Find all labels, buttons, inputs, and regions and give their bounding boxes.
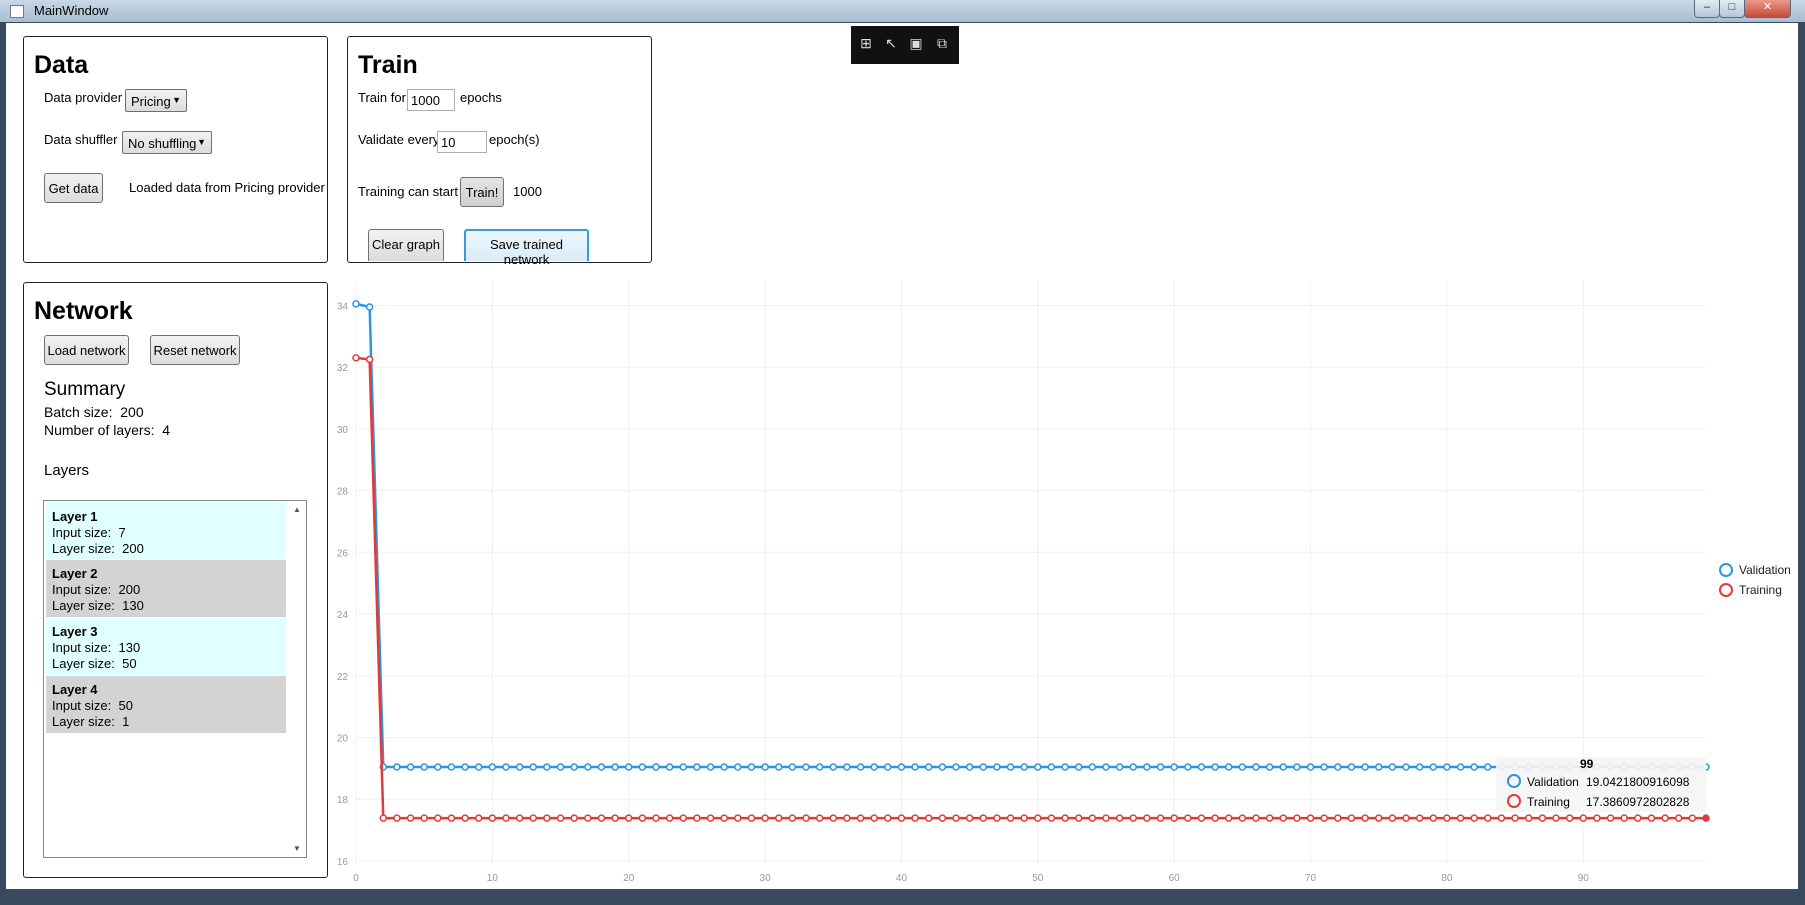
layer-input-value: 7: [118, 525, 126, 540]
layer-input-value: 130: [118, 640, 141, 655]
validate-every-label: Validate every: [358, 132, 440, 147]
train-count-text: 1000: [513, 184, 542, 199]
data-shuffler-select[interactable]: No shuffling ▼: [122, 131, 212, 154]
window-title: MainWindow: [34, 3, 109, 18]
chevron-down-icon: ▼: [172, 95, 181, 105]
validate-unit-label: epoch(s): [489, 132, 540, 147]
layer-size-label: Layer size:: [52, 541, 115, 556]
data-shuffler-label: Data shuffler: [44, 132, 118, 147]
layer-input-row: Input size: 130: [52, 640, 140, 655]
title-bar: MainWindow – □ ✕: [0, 0, 1805, 22]
layer-input-row: Input size: 200: [52, 582, 140, 597]
layer-size-row: Layer size: 1: [52, 714, 129, 729]
window-frame-right: [1798, 22, 1805, 905]
list-scrollbar[interactable]: ▲ ▼: [289, 501, 306, 857]
layer-size-value: 1: [122, 714, 130, 729]
batch-size-row: Batch size: 200: [44, 404, 144, 420]
layer-count-value: 4: [162, 422, 171, 438]
training-status-text: Training can start: [358, 184, 458, 199]
layer-size-row: Layer size: 50: [52, 656, 137, 671]
layer-size-row: Layer size: 130: [52, 598, 144, 613]
layer-input-label: Input size:: [52, 640, 112, 655]
train-panel: Train Train for 1000 epochs Validate eve…: [347, 36, 652, 267]
save-network-button[interactable]: Save trained network: [464, 229, 589, 267]
layer-name: Layer 1: [52, 509, 98, 524]
minimize-icon[interactable]: –: [1694, 0, 1720, 18]
layer-count-label: Number of layers:: [44, 422, 155, 438]
chart-tooltip: 99 Validation 19.0421800916098 Training …: [1496, 757, 1706, 812]
layer-size-value: 200: [122, 541, 144, 556]
tooltip-validation-value: 19.0421800916098: [1586, 775, 1690, 789]
layer-size-label: Layer size:: [52, 714, 115, 729]
data-panel: Data Data provider Pricing ▼ Data shuffle…: [23, 36, 328, 263]
train-panel-title: Train: [358, 51, 418, 79]
validate-interval-input[interactable]: 10: [437, 131, 487, 153]
layer-name: Layer 3: [52, 624, 98, 639]
maximize-icon[interactable]: □: [1719, 0, 1745, 18]
layer-input-value: 200: [118, 582, 141, 597]
tooltip-training-value: 17.3860972802828: [1586, 795, 1690, 809]
tooltip-validation-label: Validation: [1527, 775, 1579, 789]
batch-size-label: Batch size:: [44, 404, 113, 420]
layer-name: Layer 4: [52, 682, 98, 697]
layer-input-label: Input size:: [52, 525, 112, 540]
get-data-button[interactable]: Get data: [44, 173, 103, 203]
layer-name: Layer 2: [52, 566, 98, 581]
list-item[interactable]: Layer 2 Input size: 200 Layer size: 130: [46, 560, 286, 617]
chevron-down-icon: ▼: [197, 137, 206, 147]
data-status-text: Loaded data from Pricing provider: [129, 180, 325, 195]
app-icon: [10, 5, 24, 18]
layers-title: Layers: [44, 462, 90, 479]
summary-title: Summary: [44, 379, 126, 400]
layer-size-label: Layer size:: [52, 598, 115, 613]
pointer-icon[interactable]: ↖: [882, 34, 900, 52]
layout-adorner-icon[interactable]: ▣: [907, 34, 925, 52]
batch-size-value: 200: [120, 404, 144, 420]
data-provider-label: Data provider: [44, 90, 123, 105]
layer-size-value: 50: [122, 656, 137, 671]
layer-input-row: Input size: 50: [52, 698, 133, 713]
data-provider-select[interactable]: Pricing ▼: [125, 89, 187, 112]
tooltip-x: 99: [1580, 757, 1594, 771]
layer-count-row: Number of layers: 4: [44, 422, 170, 438]
reset-network-button[interactable]: Reset network: [150, 335, 240, 365]
layer-size-value: 130: [122, 598, 144, 613]
training-marker-icon: [1507, 794, 1521, 808]
layer-size-label: Layer size:: [52, 656, 115, 671]
close-icon[interactable]: ✕: [1744, 0, 1791, 18]
layer-input-label: Input size:: [52, 582, 112, 597]
data-panel-title: Data: [34, 51, 89, 79]
track-focus-icon[interactable]: ⧉: [933, 34, 951, 52]
select-element-icon[interactable]: ⊞: [857, 34, 875, 52]
network-panel-title: Network: [34, 297, 133, 325]
layer-size-row: Layer size: 200: [52, 541, 144, 556]
load-network-button[interactable]: Load network: [44, 335, 129, 365]
epochs-input[interactable]: 1000: [407, 89, 455, 111]
scroll-up-icon[interactable]: ▲: [293, 505, 301, 514]
list-item[interactable]: Layer 1 Input size: 7 Layer size: 200: [46, 502, 286, 559]
layer-input-row: Input size: 7: [52, 525, 126, 540]
validation-marker-icon: [1507, 774, 1521, 788]
list-item[interactable]: Layer 3 Input size: 130 Layer size: 50: [46, 618, 286, 675]
clear-graph-button[interactable]: Clear graph: [368, 229, 444, 261]
scroll-down-icon[interactable]: ▼: [293, 844, 301, 853]
debug-toolbar: ⊞ ↖ ▣ ⧉: [851, 26, 959, 64]
window-frame-bottom: [0, 889, 1805, 905]
train-button[interactable]: Train!: [460, 177, 504, 207]
layer-input-label: Input size:: [52, 698, 112, 713]
epochs-label: epochs: [460, 90, 502, 105]
layers-list[interactable]: Layer 1 Input size: 7 Layer size: 200 La…: [43, 500, 307, 858]
layer-input-value: 50: [118, 698, 133, 713]
tooltip-training-label: Training: [1527, 795, 1570, 809]
train-for-label: Train for: [358, 90, 406, 105]
list-item[interactable]: Layer 4 Input size: 50 Layer size: 1: [46, 676, 286, 733]
